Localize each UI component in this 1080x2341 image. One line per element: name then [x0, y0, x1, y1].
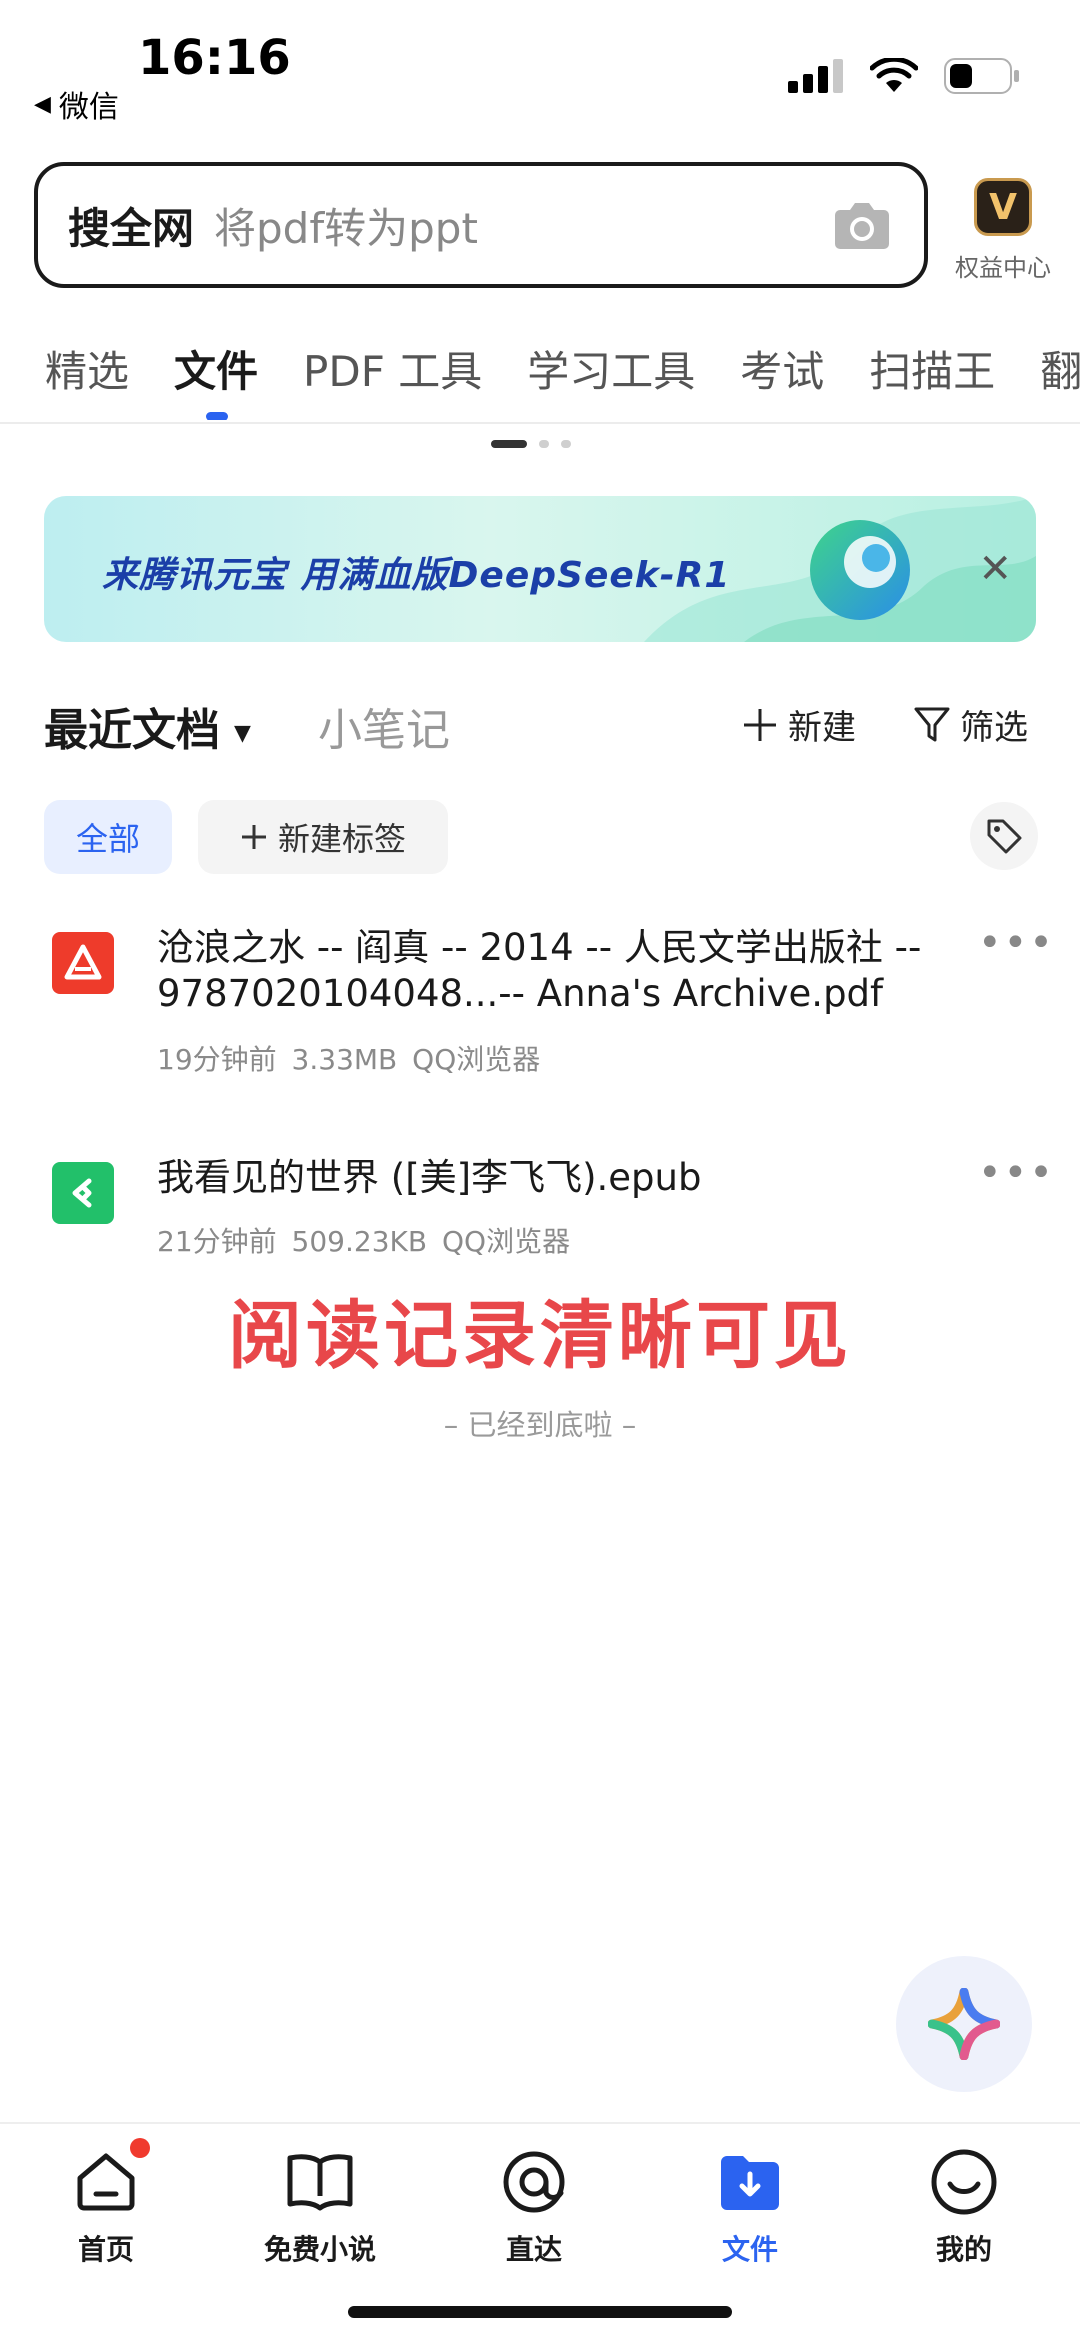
tab-translate[interactable]: 翻	[1040, 338, 1080, 420]
rights-center[interactable]: V 权益中心	[948, 178, 1058, 283]
tab-scanner[interactable]: 扫描王	[869, 338, 995, 420]
back-triangle-icon: ◀	[34, 91, 51, 117]
smile-icon	[926, 2144, 1002, 2220]
file-time: 19分钟前	[157, 1043, 277, 1076]
page-dot-active	[491, 440, 527, 448]
book-icon	[282, 2144, 358, 2220]
nav-label: 首页	[77, 2233, 134, 2266]
file-list-item[interactable]: 沧浪之水 -- 阎真 -- 2014 -- 人民文学出版社 -- 9787020…	[0, 920, 1080, 1080]
tab-exam[interactable]: 考试	[740, 338, 824, 420]
home-indicator	[348, 2306, 732, 2318]
search-bar[interactable]: 搜全网 将pdf转为ppt	[34, 162, 928, 288]
notes-tab[interactable]: 小笔记	[318, 694, 450, 758]
status-time: 16:16	[138, 30, 291, 86]
tag-manage-button[interactable]	[970, 802, 1038, 870]
nav-label: 文件	[721, 2233, 778, 2266]
category-tabs: 精选 文件 PDF 工具 学习工具 考试 扫描王 翻	[0, 338, 1080, 420]
nav-label: 直达	[505, 2233, 562, 2266]
wifi-icon	[870, 58, 918, 92]
documents-header: 最近文档 ▼ 小笔记 新建 筛选	[44, 694, 1036, 756]
tab-files[interactable]: 文件	[174, 338, 258, 420]
file-size: 3.33MB	[291, 1043, 398, 1076]
nav-mine[interactable]: 我的	[874, 2144, 1054, 2268]
tag-icon	[987, 819, 1022, 854]
pdf-file-icon	[52, 932, 114, 994]
ai-assistant-button[interactable]	[896, 1956, 1032, 2092]
search-scope-label[interactable]: 搜全网	[68, 195, 194, 256]
promo-banner[interactable]: 来腾讯元宝 用满血版DeepSeek-R1 ✕	[44, 496, 1036, 642]
home-icon	[68, 2138, 150, 2220]
status-icons	[788, 58, 1020, 94]
filter-button[interactable]: 筛选	[914, 700, 1028, 749]
page-dot	[561, 440, 571, 448]
file-list-item[interactable]: 我看见的世界 ([美]李飞飞).epub 21分钟前 509.23KB QQ浏览…	[0, 1150, 1080, 1260]
battery-icon	[944, 58, 1019, 94]
file-size: 509.23KB	[291, 1225, 428, 1258]
nav-home[interactable]: 首页	[16, 2138, 196, 2268]
camera-icon[interactable]	[834, 200, 890, 250]
caret-down-icon: ▼	[234, 720, 251, 746]
tab-featured[interactable]: 精选	[45, 338, 129, 420]
overlay-caption: 阅读记录清晰可见	[228, 1293, 852, 1379]
more-options-icon[interactable]: •••	[978, 1150, 1055, 1196]
new-tag-label: 新建标签	[277, 820, 406, 858]
file-title: 我看见的世界 ([美]李飞飞).epub	[157, 1156, 702, 1199]
tab-study-tools[interactable]: 学习工具	[527, 338, 695, 420]
vip-badge-icon: V	[974, 178, 1032, 236]
file-source: QQ浏览器	[412, 1043, 541, 1076]
nav-label: 我的	[935, 2233, 992, 2266]
list-end-note: – 已经到底啦 –	[443, 1408, 637, 1442]
back-app-label: 微信	[58, 90, 119, 125]
signal-icon	[788, 59, 843, 93]
plus-icon	[241, 825, 266, 849]
plus-icon	[744, 708, 776, 741]
nav-free-novels[interactable]: 免费小说	[230, 2144, 410, 2268]
tabs-divider	[0, 422, 1080, 424]
file-source: QQ浏览器	[442, 1225, 571, 1258]
rights-center-label: 权益中心	[955, 254, 1051, 282]
page-dot	[539, 440, 549, 448]
file-meta: 21分钟前 509.23KB QQ浏览器	[157, 1220, 570, 1260]
new-button[interactable]: 新建	[742, 700, 856, 749]
file-time: 21分钟前	[157, 1225, 277, 1258]
notification-dot	[130, 2138, 150, 2158]
file-meta: 19分钟前 3.33MB QQ浏览器	[157, 1038, 540, 1078]
epub-file-icon	[52, 1162, 114, 1224]
nav-direct[interactable]: 直达	[444, 2144, 624, 2268]
file-download-icon	[712, 2144, 788, 2220]
filter-label: 筛选	[960, 708, 1028, 748]
back-to-wechat[interactable]: ◀ 微信	[34, 82, 119, 126]
yuanbao-logo-icon	[810, 520, 910, 620]
nav-label: 免费小说	[263, 2233, 376, 2266]
page-indicator	[491, 440, 571, 448]
file-title: 沧浪之水 -- 阎真 -- 2014 -- 人民文学出版社 -- 9787020…	[157, 926, 922, 1015]
recent-docs-label: 最近文档	[44, 705, 220, 756]
direct-icon	[496, 2144, 572, 2220]
tab-pdf-tools[interactable]: PDF 工具	[303, 338, 482, 420]
banner-close-button[interactable]: ✕	[978, 546, 1012, 592]
more-options-icon[interactable]: •••	[978, 920, 1055, 966]
recent-docs-dropdown[interactable]: 最近文档 ▼	[44, 694, 251, 758]
tag-chip-all[interactable]: 全部	[44, 800, 172, 874]
sparkle-icon	[928, 1988, 1000, 2060]
new-tag-chip[interactable]: 新建标签	[198, 800, 448, 874]
search-input[interactable]: 将pdf转为ppt	[214, 195, 478, 256]
nav-files[interactable]: 文件	[660, 2144, 840, 2268]
banner-text: 来腾讯元宝 用满血版DeepSeek-R1	[102, 555, 731, 596]
filter-funnel-icon	[914, 707, 950, 741]
new-label: 新建	[788, 708, 856, 748]
